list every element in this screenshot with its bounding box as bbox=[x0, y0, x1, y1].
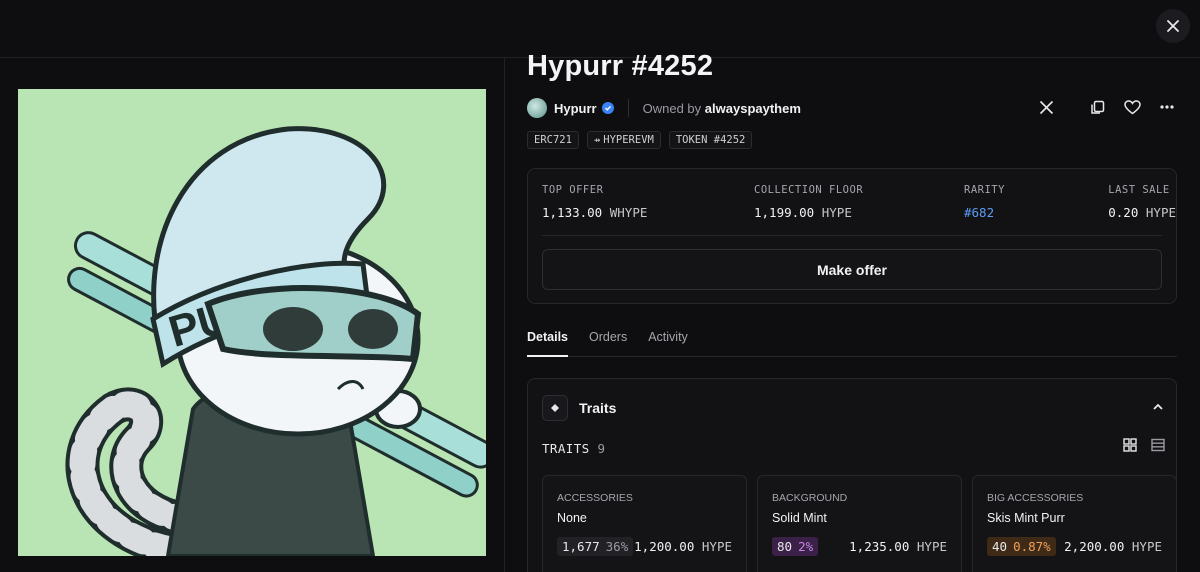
traits-count: TRAITS 9 bbox=[542, 441, 605, 456]
owned-by-label: Owned by bbox=[642, 100, 702, 116]
trait-stats: 80 2% 1,235.00 HYPE bbox=[772, 537, 947, 556]
stat-amount: 0.20 bbox=[1108, 205, 1139, 220]
stat-collection-floor: COLLECTION FLOOR 1,199.00 HYPE bbox=[754, 184, 863, 220]
traits-title: Traits bbox=[579, 400, 617, 416]
meta-row: Hypurr Owned by alwayspaythem bbox=[527, 97, 1177, 119]
trait-card[interactable]: BACKGROUND Solid Mint 80 2% 1,235.00 HYP… bbox=[757, 475, 962, 572]
owner-line: Owned by alwayspaythem bbox=[643, 101, 801, 116]
trait-card[interactable]: BIG ACCESSORIES Skis Mint Purr 40 0.87% … bbox=[972, 475, 1177, 572]
media-pane: PURR bbox=[0, 58, 505, 572]
stat-unit: WHYPE bbox=[609, 205, 648, 220]
trait-price-unit: HYPE bbox=[1131, 539, 1162, 554]
trait-stats: 1,677 36% 1,200.00 HYPE bbox=[557, 537, 732, 556]
trait-card[interactable]: ACCESSORIES None 1,677 36% 1,200.00 HYPE bbox=[542, 475, 747, 572]
make-offer-button[interactable]: Make offer bbox=[542, 249, 1162, 290]
x-share-icon[interactable] bbox=[1036, 97, 1056, 117]
trait-count-pill: 80 2% bbox=[772, 537, 819, 556]
stat-unit: HYPE bbox=[1145, 205, 1176, 220]
trait-price-amount: 1,200.00 bbox=[634, 539, 695, 554]
trait-type: ACCESSORIES bbox=[557, 492, 633, 504]
traits-section: Traits TRAITS 9 ACCESSORIES None 1,677 3… bbox=[527, 378, 1177, 572]
trait-price-amount: 1,235.00 bbox=[849, 539, 910, 554]
tag-token: TOKEN #4252 bbox=[668, 131, 753, 149]
divider bbox=[627, 99, 629, 117]
chevron-up-icon[interactable] bbox=[1150, 399, 1166, 415]
collection-link[interactable]: Hypurr bbox=[554, 101, 597, 116]
more-options-icon[interactable] bbox=[1157, 97, 1177, 117]
traits-count-value: 9 bbox=[597, 441, 606, 456]
stat-rarity: RARITY #682 bbox=[964, 184, 1005, 220]
verified-icon bbox=[601, 102, 614, 114]
tag-chain-label: HYPEREVM bbox=[603, 134, 654, 146]
hypurr-illustration: PURR bbox=[18, 89, 486, 556]
stat-unit: HYPE bbox=[821, 205, 852, 220]
stat-label: LAST SALE bbox=[1108, 184, 1170, 196]
trait-value: Solid Mint bbox=[772, 511, 827, 525]
copy-icon[interactable] bbox=[1087, 97, 1107, 117]
trait-floor-price: 2,200.00 HYPE bbox=[1064, 539, 1162, 554]
stat-amount: 1,133.00 bbox=[542, 205, 603, 220]
owner-link[interactable]: alwayspaythem bbox=[705, 101, 801, 116]
trait-floor-price: 1,200.00 HYPE bbox=[634, 539, 732, 554]
collection-avatar[interactable] bbox=[527, 98, 547, 118]
trait-value: Skis Mint Purr bbox=[987, 511, 1065, 525]
trait-type: BIG ACCESSORIES bbox=[987, 492, 1084, 504]
tag-standard: ERC721 bbox=[527, 131, 579, 149]
view-toggle bbox=[1122, 437, 1166, 453]
trait-percent: 2% bbox=[798, 539, 814, 554]
trait-count-pill: 40 0.87% bbox=[987, 537, 1056, 556]
traits-count-label: TRAITS bbox=[542, 441, 590, 456]
trait-percent: 0.87% bbox=[1013, 539, 1051, 554]
tag-list: ERC721 ⇸ HYPEREVM TOKEN #4252 bbox=[527, 131, 753, 149]
tab-activity[interactable]: Activity bbox=[648, 328, 688, 357]
chain-icon: ⇸ bbox=[593, 134, 601, 146]
stat-value: 1,199.00 HYPE bbox=[754, 205, 863, 220]
tab-details[interactable]: Details bbox=[527, 328, 568, 357]
trait-count: 80 bbox=[777, 539, 793, 554]
stat-label: RARITY bbox=[964, 184, 1005, 196]
trait-floor-price: 1,235.00 HYPE bbox=[849, 539, 947, 554]
trait-stats: 40 0.87% 2,200.00 HYPE bbox=[987, 537, 1162, 556]
trait-count-pill: 1,677 36% bbox=[557, 537, 634, 556]
stat-label: TOP OFFER bbox=[542, 184, 604, 196]
trait-count: 1,677 bbox=[562, 539, 600, 554]
stat-last-sale: LAST SALE 0.20 HYPE bbox=[1108, 184, 1176, 220]
trait-price-amount: 2,200.00 bbox=[1064, 539, 1125, 554]
detail-panel: Hypurr #4252 Hypurr Owned by alwayspayth… bbox=[527, 0, 1177, 572]
diamond-icon bbox=[542, 395, 568, 421]
traits-header[interactable]: Traits bbox=[542, 395, 616, 421]
stat-label: COLLECTION FLOOR bbox=[754, 184, 864, 196]
tag-chain: ⇸ HYPEREVM bbox=[586, 131, 661, 149]
stat-amount: 1,199.00 bbox=[754, 205, 815, 220]
trait-price-unit: HYPE bbox=[701, 539, 732, 554]
trait-count: 40 bbox=[992, 539, 1008, 554]
nft-image[interactable]: PURR bbox=[18, 89, 486, 556]
detail-tabs: Details Orders Activity bbox=[527, 328, 1177, 357]
tab-orders[interactable]: Orders bbox=[589, 328, 627, 357]
stat-value: 0.20 HYPE bbox=[1108, 205, 1176, 220]
table-view-icon[interactable] bbox=[1150, 437, 1166, 453]
stat-value: 1,133.00 WHYPE bbox=[542, 205, 647, 220]
stat-top-offer: TOP OFFER 1,133.00 WHYPE bbox=[542, 184, 647, 220]
trait-value: None bbox=[557, 511, 587, 525]
nft-title: Hypurr #4252 bbox=[527, 50, 714, 82]
divider bbox=[542, 235, 1162, 236]
favorite-heart-icon[interactable] bbox=[1122, 97, 1142, 117]
action-icons bbox=[1036, 97, 1177, 117]
trait-type: BACKGROUND bbox=[772, 492, 848, 504]
rarity-link[interactable]: #682 bbox=[964, 205, 1005, 220]
stats-panel: TOP OFFER 1,133.00 WHYPE COLLECTION FLOO… bbox=[527, 168, 1177, 304]
grid-view-icon[interactable] bbox=[1122, 437, 1138, 453]
trait-price-unit: HYPE bbox=[916, 539, 947, 554]
trait-percent: 36% bbox=[605, 539, 629, 554]
